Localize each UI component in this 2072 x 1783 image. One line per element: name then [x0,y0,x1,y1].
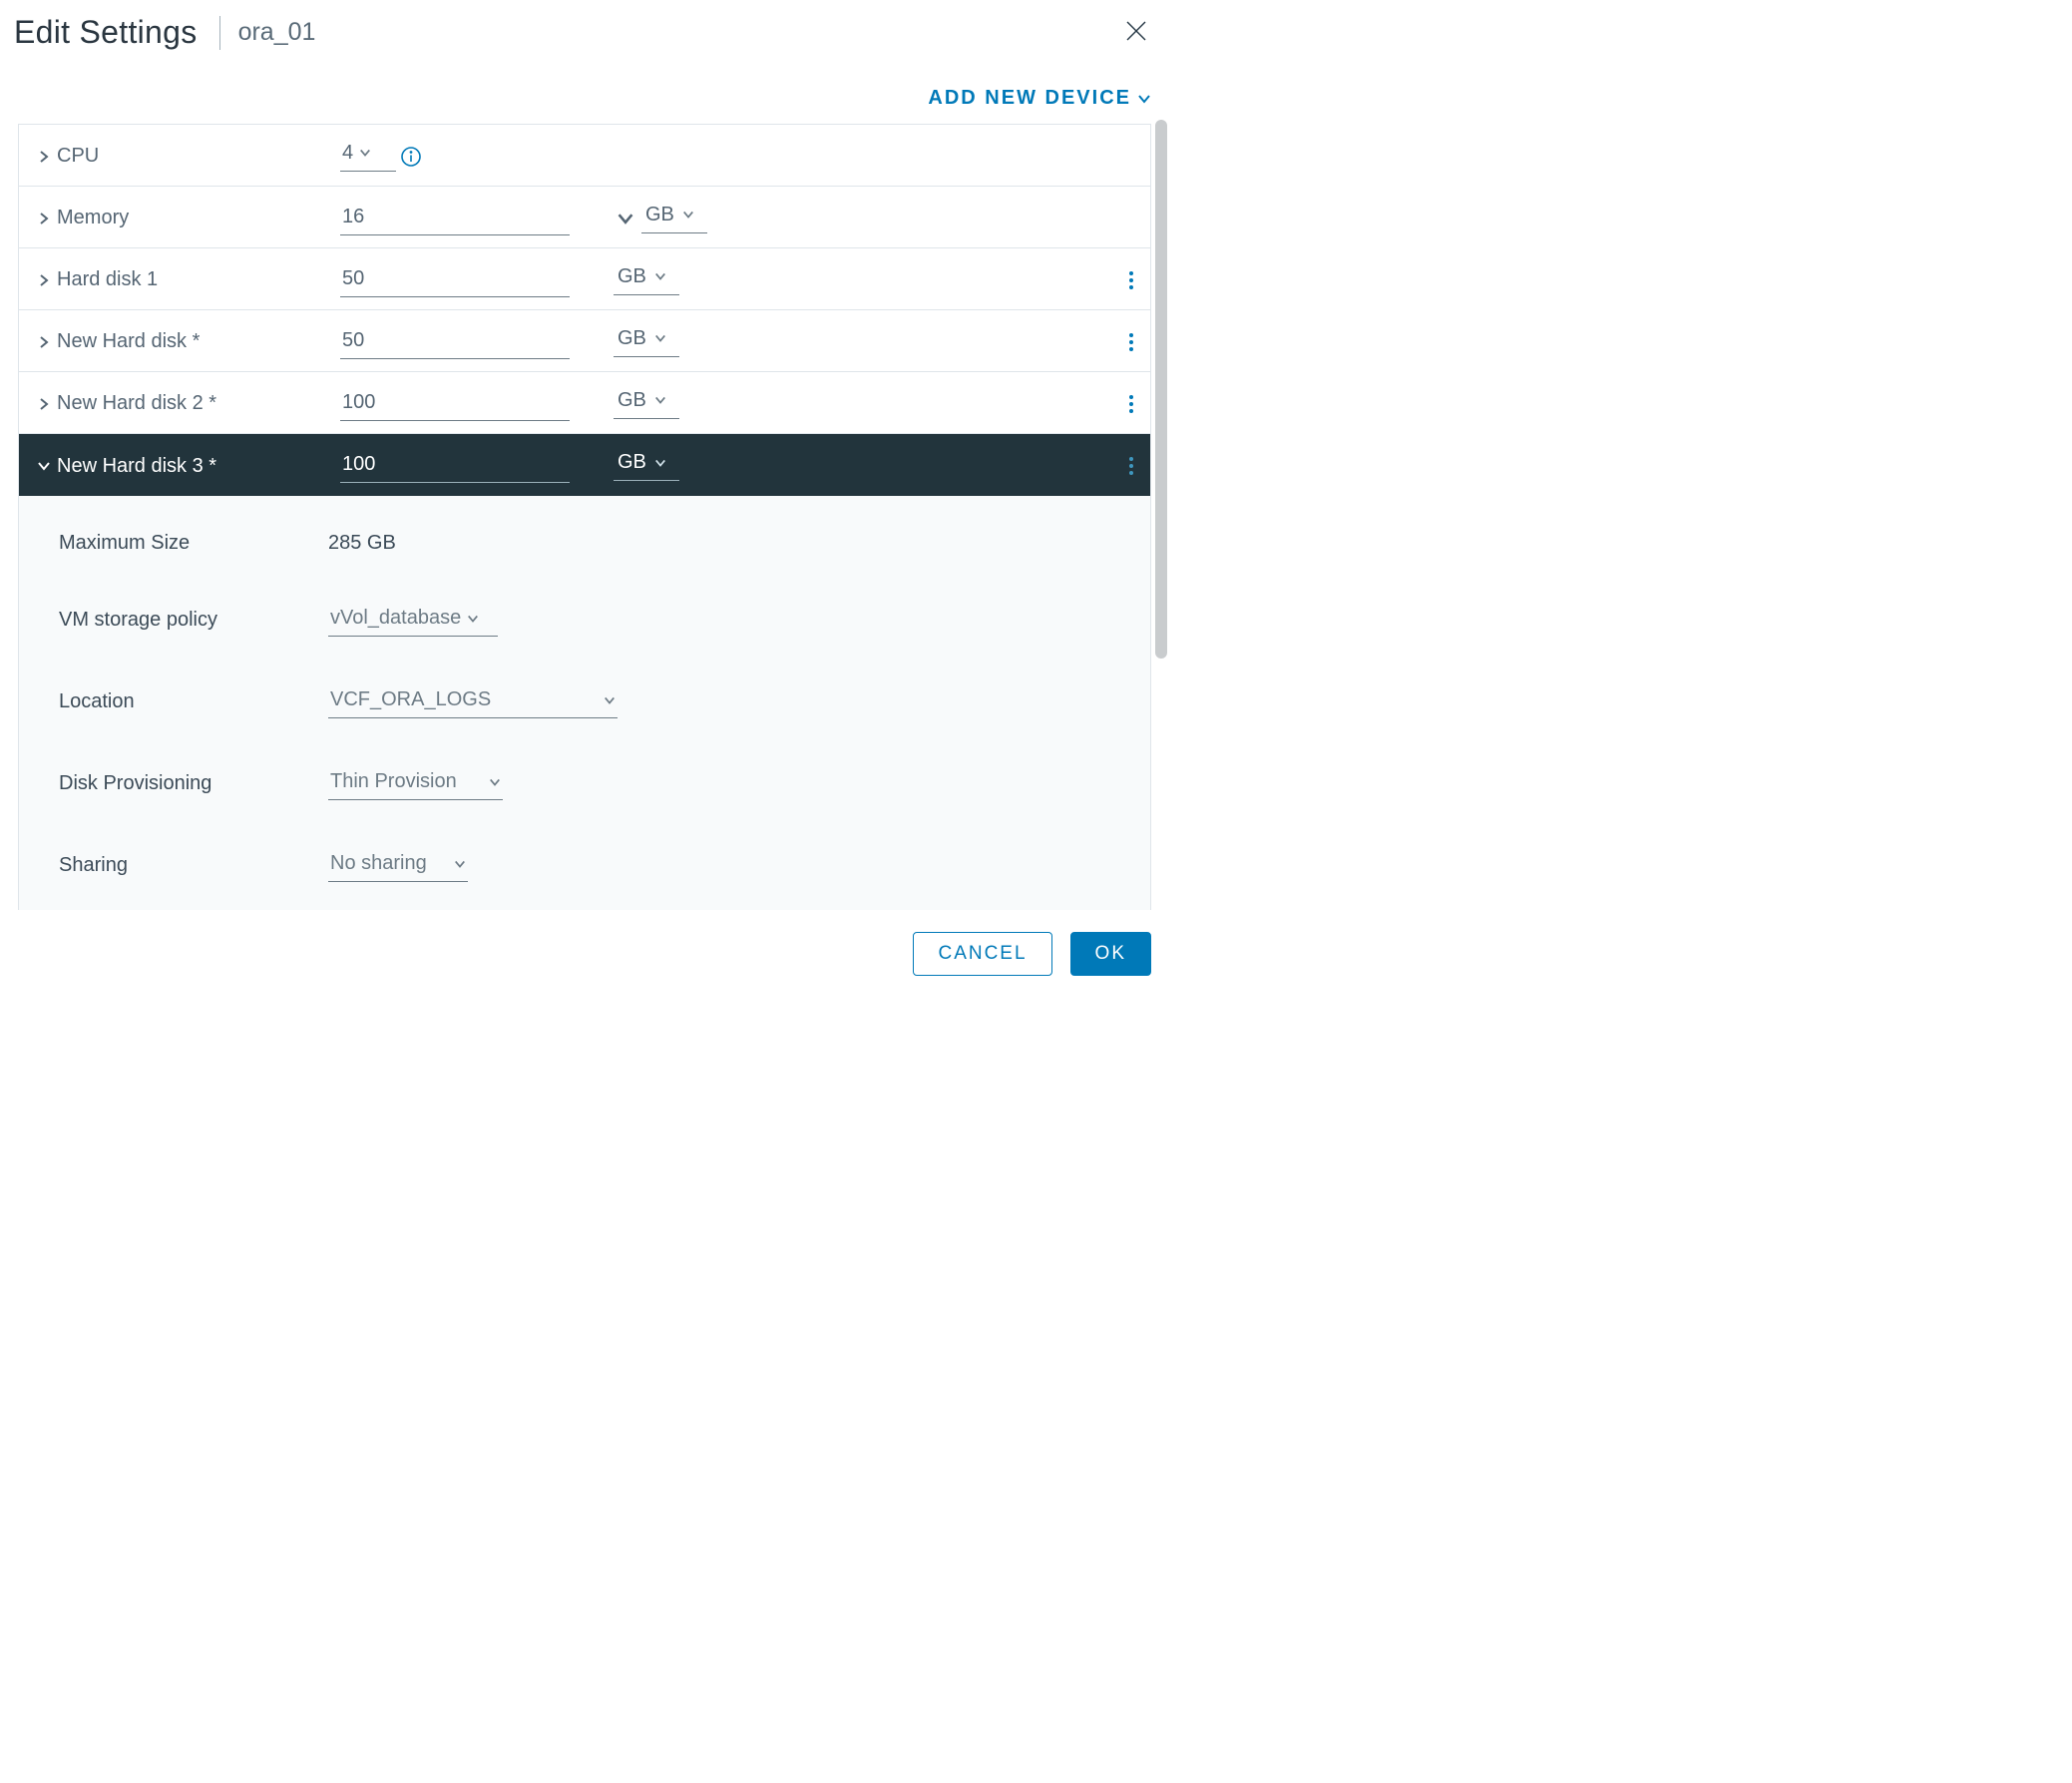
row-hard-disk-1: Hard disk 1 GB [19,248,1150,310]
nhd1-unit: GB [618,327,646,350]
add-new-device-button[interactable]: ADD NEW DEVICE [928,87,1151,110]
hd1-label: Hard disk 1 [57,268,158,291]
nhd3-size-input[interactable] [340,449,570,483]
modal-toolbar: ADD NEW DEVICE [0,69,1173,120]
max-size-label: Maximum Size [59,532,328,555]
nhd3-unit-select[interactable]: GB [614,451,679,481]
disk-provisioning-label: Disk Provisioning [59,772,328,795]
page-subtitle: ora_01 [238,18,316,47]
row-cpu: CPU 4 [19,125,1150,187]
row-new-hard-disk-2: New Hard disk 2 * GB [19,372,1150,434]
modal-footer: CANCEL OK [0,910,1173,998]
nhd2-unit-select[interactable]: GB [614,389,679,419]
location-select[interactable]: VCF_ORA_LOGS [328,684,618,718]
row-new-hard-disk: New Hard disk * GB [19,310,1150,372]
memory-unit: GB [645,204,674,226]
nhd2-unit: GB [618,389,646,412]
storage-policy-label: VM storage policy [59,609,328,632]
row-memory: Memory GB [19,187,1150,248]
storage-policy-value: vVol_database [330,607,461,630]
detail-disk-provisioning: Disk Provisioning Thin Provision [59,742,1134,824]
row-toggle-memory[interactable]: Memory [37,207,336,229]
chevron-right-icon [37,212,51,225]
row-toggle-cpu[interactable]: CPU [37,145,336,168]
nhd1-unit-select[interactable]: GB [614,327,679,357]
info-icon[interactable] [400,146,444,168]
memory-stepper[interactable] [614,210,637,227]
nhd2-size-input[interactable] [340,387,570,421]
detail-storage-policy: VM storage policy vVol_database [59,579,1134,661]
detail-max-size: Maximum Size 285 GB [59,508,1134,579]
sharing-label: Sharing [59,854,328,877]
row-toggle-hd1[interactable]: Hard disk 1 [37,268,336,291]
cancel-button[interactable]: CANCEL [913,932,1051,976]
add-device-label: ADD NEW DEVICE [928,87,1131,110]
edit-settings-modal: Edit Settings ora_01 ADD NEW DEVICE CPU [0,0,1173,998]
nhd3-unit: GB [618,451,646,474]
memory-input[interactable] [340,202,570,235]
cpu-select[interactable]: 4 [340,142,396,172]
close-icon[interactable] [1121,15,1151,51]
modal-header: Edit Settings ora_01 [0,0,1173,69]
hd1-unit-select[interactable]: GB [614,265,679,295]
hd1-size-input[interactable] [340,263,570,297]
disk-provisioning-select[interactable]: Thin Provision [328,766,503,800]
max-size-value: 285 GB [328,532,647,555]
chevron-right-icon [37,150,51,164]
chevron-right-icon [37,273,51,287]
nhd2-label: New Hard disk 2 * [57,392,216,415]
memory-unit-select[interactable]: GB [641,204,707,233]
chevron-right-icon [37,335,51,349]
nhd2-actions-menu[interactable] [1104,394,1134,414]
nhd3-actions-menu[interactable] [1104,456,1134,476]
row-toggle-nhd2[interactable]: New Hard disk 2 * [37,392,336,415]
row-toggle-nhd3[interactable]: New Hard disk 3 * [37,455,336,478]
header-divider [219,16,220,50]
location-label: Location [59,690,328,713]
row-new-hard-disk-3: New Hard disk 3 * GB [19,434,1150,496]
detail-location: Location VCF_ORA_LOGS [59,661,1134,742]
nhd3-label: New Hard disk 3 * [57,455,216,478]
nhd1-label: New Hard disk * [57,330,200,353]
chevron-down-icon [37,459,51,473]
sharing-select[interactable]: No sharing [328,848,468,882]
cpu-value: 4 [342,142,353,165]
hd1-unit: GB [618,265,646,288]
storage-policy-select[interactable]: vVol_database [328,603,498,637]
ok-button[interactable]: OK [1070,932,1151,976]
nhd1-actions-menu[interactable] [1104,332,1134,352]
nhd1-size-input[interactable] [340,325,570,359]
chevron-right-icon [37,397,51,411]
location-value: VCF_ORA_LOGS [330,688,491,711]
content-wrapper: CPU 4 Memory [0,120,1173,910]
page-title: Edit Settings [14,14,198,51]
cpu-label: CPU [57,145,99,168]
hardware-list: CPU 4 Memory [18,124,1151,910]
hd1-actions-menu[interactable] [1104,270,1134,290]
sharing-value: No sharing [330,852,427,875]
memory-label: Memory [57,207,129,229]
disk-provisioning-value: Thin Provision [330,770,457,793]
row-toggle-nhd1[interactable]: New Hard disk * [37,330,336,353]
detail-sharing: Sharing No sharing [59,824,1134,906]
scrollbar-thumb[interactable] [1155,120,1167,659]
disk-detail-panel: Maximum Size 285 GB VM storage policy vV… [19,496,1150,910]
